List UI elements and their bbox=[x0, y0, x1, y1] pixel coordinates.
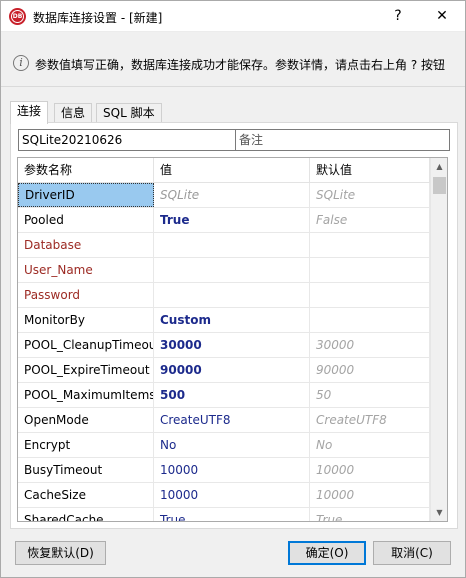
param-value-cell[interactable] bbox=[154, 258, 310, 283]
scroll-down-arrow-icon[interactable]: ▼ bbox=[431, 504, 447, 521]
table-row[interactable]: Database bbox=[18, 233, 430, 258]
cancel-button[interactable]: 取消(C) bbox=[373, 541, 451, 565]
param-value-cell[interactable] bbox=[154, 233, 310, 258]
table-row[interactable]: POOL_MaximumItems 500 50 bbox=[18, 383, 430, 408]
table-row[interactable]: Pooled True False bbox=[18, 208, 430, 233]
param-value-cell[interactable]: 500 bbox=[154, 383, 310, 408]
param-default-cell: CreateUTF8 bbox=[310, 408, 430, 433]
info-text: 参数值填写正确，数据库连接成功才能保存。参数详情，请点击右上角 ? 按钮 bbox=[35, 58, 446, 72]
table-row[interactable]: Encrypt No No bbox=[18, 433, 430, 458]
param-name-cell[interactable]: Password bbox=[18, 283, 154, 308]
app-logo-icon: DB bbox=[9, 8, 26, 25]
connection-tab-panel: SQLite20210626 备注 参数名称 值 默认值 DriverID SQL… bbox=[10, 122, 458, 529]
param-value-cell[interactable]: Custom bbox=[154, 308, 310, 333]
parameter-grid: 参数名称 值 默认值 DriverID SQLite SQLite Pooled Tru… bbox=[17, 157, 448, 522]
param-name-cell[interactable]: OpenMode bbox=[18, 408, 154, 433]
table-row[interactable]: BusyTimeout 10000 10000 bbox=[18, 458, 430, 483]
param-value-cell[interactable]: SQLite bbox=[154, 183, 310, 208]
param-default-cell: 30000 bbox=[310, 333, 430, 358]
param-default-cell: 10000 bbox=[310, 458, 430, 483]
param-default-cell: False bbox=[310, 208, 430, 233]
tab-connection[interactable]: 连接 bbox=[10, 101, 49, 124]
table-row[interactable]: SharedCache True True bbox=[18, 508, 430, 521]
param-default-cell: 90000 bbox=[310, 358, 430, 383]
help-button[interactable]: ? bbox=[375, 1, 421, 32]
param-name-cell[interactable]: POOL_CleanupTimeout bbox=[18, 333, 154, 358]
param-default-cell bbox=[310, 258, 430, 283]
param-value-cell[interactable]: True bbox=[154, 208, 310, 233]
param-name-cell[interactable]: Pooled bbox=[18, 208, 154, 233]
param-value-cell[interactable]: 90000 bbox=[154, 358, 310, 383]
param-value-cell[interactable]: CreateUTF8 bbox=[154, 408, 310, 433]
param-default-cell bbox=[310, 233, 430, 258]
grid-header: 参数名称 值 默认值 bbox=[18, 158, 430, 183]
header-default[interactable]: 默认值 bbox=[310, 158, 430, 183]
param-value-cell[interactable]: 10000 bbox=[154, 483, 310, 508]
window-title: 数据库连接设置 - [新建] bbox=[33, 11, 163, 25]
param-name-cell[interactable]: Database bbox=[18, 233, 154, 258]
table-row[interactable]: CacheSize 10000 10000 bbox=[18, 483, 430, 508]
title-bar: DB 数据库连接设置 - [新建] ? ✕ bbox=[1, 1, 465, 32]
param-name-cell[interactable]: Encrypt bbox=[18, 433, 154, 458]
header-value[interactable]: 值 bbox=[154, 158, 310, 183]
table-row[interactable]: POOL_ExpireTimeout 90000 90000 bbox=[18, 358, 430, 383]
param-value-cell[interactable]: 10000 bbox=[154, 458, 310, 483]
close-button[interactable]: ✕ bbox=[419, 1, 465, 32]
param-name-cell[interactable]: DriverID bbox=[18, 183, 154, 207]
param-name-cell[interactable]: User_Name bbox=[18, 258, 154, 283]
connection-settings-dialog: DB 数据库连接设置 - [新建] ? ✕ i 参数值填写正确，数据库连接成功才… bbox=[0, 0, 466, 578]
param-default-cell: 50 bbox=[310, 383, 430, 408]
param-default-cell: No bbox=[310, 433, 430, 458]
vertical-scrollbar[interactable]: ▲ ▼ bbox=[430, 158, 447, 521]
header-param-name[interactable]: 参数名称 bbox=[18, 158, 154, 183]
param-name-cell[interactable]: POOL_MaximumItems bbox=[18, 383, 154, 408]
param-name-cell[interactable]: MonitorBy bbox=[18, 308, 154, 333]
scroll-thumb[interactable] bbox=[433, 177, 446, 194]
info-icon: i bbox=[13, 55, 29, 71]
table-row[interactable]: User_Name bbox=[18, 258, 430, 283]
param-value-cell[interactable]: True bbox=[154, 508, 310, 521]
table-row[interactable]: POOL_CleanupTimeout 30000 30000 bbox=[18, 333, 430, 358]
param-value-cell[interactable]: No bbox=[154, 433, 310, 458]
scroll-up-arrow-icon[interactable]: ▲ bbox=[431, 158, 447, 175]
param-default-cell: True bbox=[310, 508, 430, 521]
param-default-cell: 10000 bbox=[310, 483, 430, 508]
param-name-cell[interactable]: SharedCache bbox=[18, 508, 154, 521]
table-row[interactable]: DriverID SQLite SQLite bbox=[18, 183, 430, 208]
param-name-cell[interactable]: CacheSize bbox=[18, 483, 154, 508]
connection-name-field[interactable]: SQLite20210626 bbox=[18, 129, 236, 151]
param-default-cell bbox=[310, 308, 430, 333]
param-name-cell[interactable]: POOL_ExpireTimeout bbox=[18, 358, 154, 383]
tab-info[interactable]: 信息 bbox=[54, 103, 93, 123]
param-value-cell[interactable]: 30000 bbox=[154, 333, 310, 358]
note-field[interactable]: 备注 bbox=[235, 129, 450, 151]
tab-sql-script[interactable]: SQL 脚本 bbox=[96, 103, 162, 123]
table-row[interactable]: MonitorBy Custom bbox=[18, 308, 430, 333]
param-default-cell bbox=[310, 283, 430, 308]
param-value-cell[interactable] bbox=[154, 283, 310, 308]
table-row[interactable]: OpenMode CreateUTF8 CreateUTF8 bbox=[18, 408, 430, 433]
table-row[interactable]: Password bbox=[18, 283, 430, 308]
ok-button[interactable]: 确定(O) bbox=[288, 541, 366, 565]
info-bar: i 参数值填写正确，数据库连接成功才能保存。参数详情，请点击右上角 ? 按钮 bbox=[1, 41, 465, 87]
param-name-cell[interactable]: BusyTimeout bbox=[18, 458, 154, 483]
reset-defaults-button[interactable]: 恢复默认(D) bbox=[15, 541, 106, 565]
param-default-cell: SQLite bbox=[310, 183, 430, 208]
